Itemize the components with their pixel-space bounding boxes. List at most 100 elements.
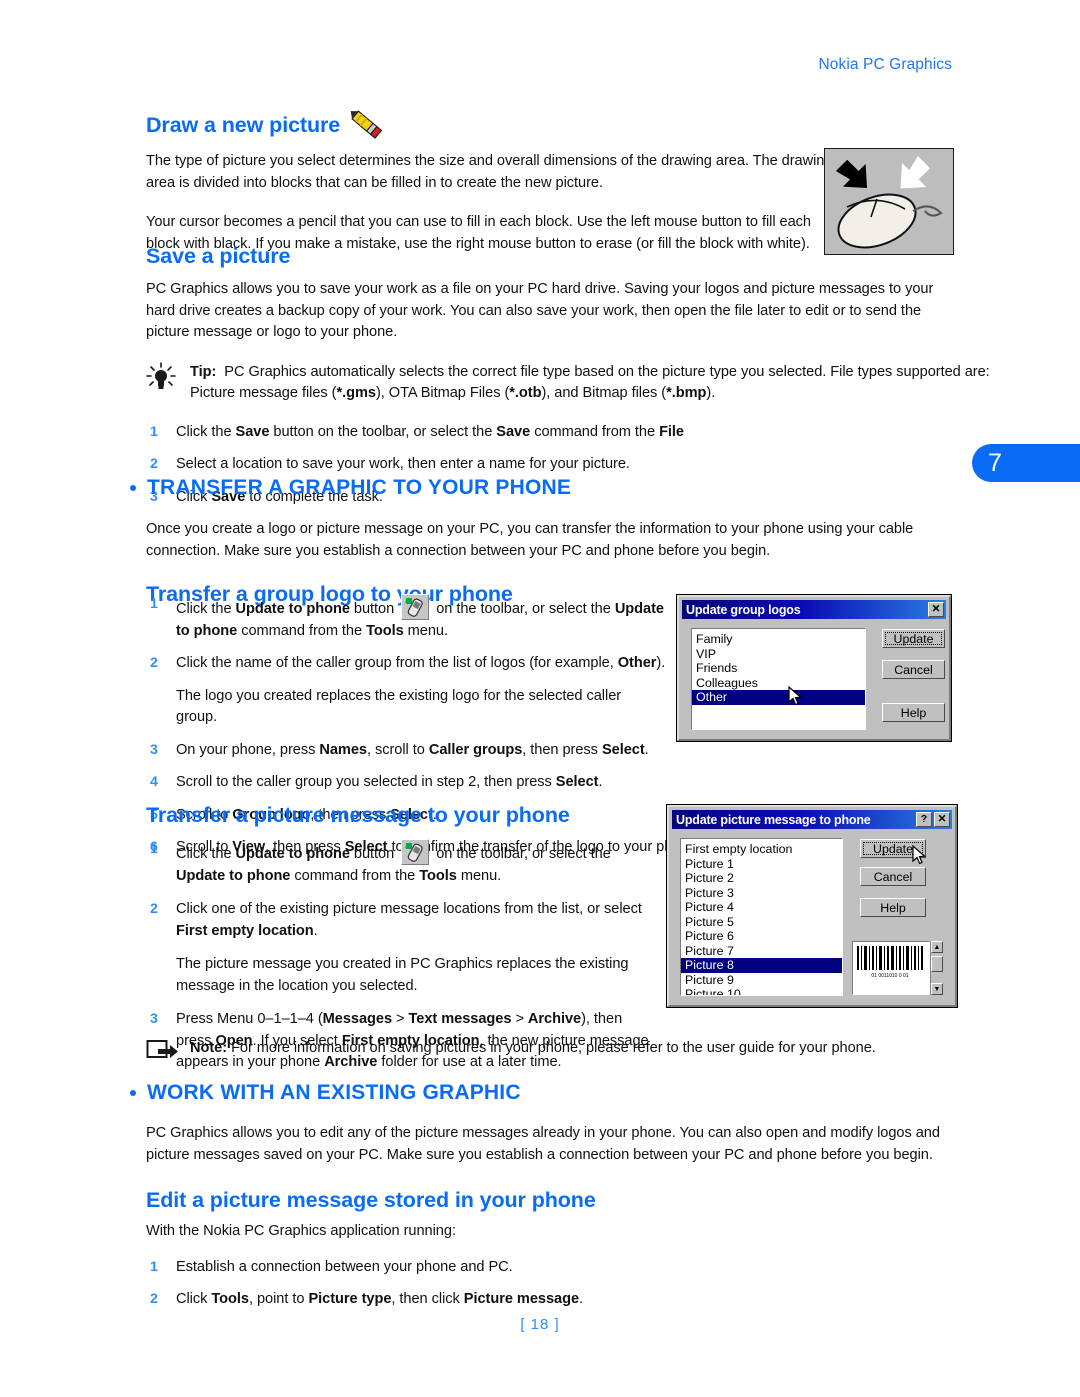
heading-edit-picture-message: Edit a picture message stored in your ph…	[146, 1188, 984, 1213]
list-item[interactable]: Picture 4	[681, 900, 842, 915]
step-text-b: .	[313, 922, 318, 939]
note-callout: Note: For more information on saving pic…	[146, 1038, 956, 1060]
group-logo-step-4: 4 Scroll to the caller group you selecte…	[146, 772, 666, 794]
list-item[interactable]: Picture 3	[681, 886, 842, 901]
mouse-figure-svg	[835, 156, 943, 249]
tip-callout: Tip: PC Graphics automatically selects t…	[146, 361, 998, 405]
scroll-up-icon[interactable]: ▲	[931, 941, 943, 953]
update-to-phone-icon[interactable]	[401, 839, 430, 865]
step-bold-other: Other	[617, 655, 657, 671]
step-bold-caller-groups: Caller groups	[428, 741, 523, 758]
step-text-d: command from the	[290, 867, 420, 884]
heading-transfer-a-graphic: TRANSFER A GRAPHIC TO YOUR PHONE	[130, 476, 954, 500]
step-text-a: Click the name of the caller group from …	[176, 655, 618, 671]
step-text: Select a location to save your work, the…	[176, 456, 630, 472]
list-item[interactable]: Family	[692, 632, 865, 647]
step-text-a: Scroll to the caller group you selected …	[176, 774, 556, 790]
step-number: 1	[150, 841, 158, 857]
step-bold-tools: Tools	[419, 867, 457, 884]
step-bold-save-1: Save	[235, 423, 270, 440]
list-item[interactable]: Friends	[692, 661, 865, 676]
page-footer: [ 18 ]	[0, 1316, 1080, 1333]
list-item-selected[interactable]: Other	[692, 690, 865, 705]
step-number: 2	[150, 901, 158, 917]
work-existing-paragraph: PC Graphics allows you to edit any of th…	[146, 1125, 940, 1163]
tip-label: Tip:	[190, 363, 217, 380]
step-text-a: On your phone, press	[176, 741, 320, 758]
list-item[interactable]: Picture 2	[681, 871, 842, 886]
picture-locations-listbox[interactable]: First empty location Picture 1 Picture 2…	[680, 838, 843, 996]
save-paragraph: PC Graphics allows you to save your work…	[146, 281, 934, 340]
list-item[interactable]: First empty location	[681, 842, 842, 857]
group-logos-listbox[interactable]: Family VIP Friends Colleagues Other	[691, 628, 866, 730]
close-icon[interactable]: ✕	[934, 812, 950, 827]
step-text: Establish a connection between your phon…	[176, 1258, 513, 1275]
step-bold-tools: Tools	[366, 622, 404, 639]
list-item[interactable]: Picture 5	[681, 915, 842, 930]
list-item[interactable]: VIP	[692, 647, 865, 662]
step-text-e: menu.	[403, 622, 448, 639]
step-bold-save-2: Save	[496, 423, 531, 440]
step-number: 4	[150, 774, 158, 790]
step-text-a: Click	[176, 1291, 212, 1307]
edit-intro: With the Nokia PC Graphics application r…	[146, 1223, 456, 1239]
step-number: 2	[150, 1291, 158, 1307]
bullet-icon	[130, 1090, 136, 1096]
close-icon[interactable]: ✕	[928, 602, 944, 617]
step-number: 1	[150, 1258, 158, 1275]
tip-text-4: ).	[706, 385, 716, 401]
barcode-caption: 01 0011010 0 01	[871, 973, 908, 979]
step-bold-select: Select	[555, 774, 599, 790]
step-bold-text-messages: Text messages	[408, 1011, 512, 1027]
list-item-selected[interactable]: Picture 8	[681, 958, 842, 973]
help-button[interactable]: Help	[860, 898, 926, 917]
list-item[interactable]: Picture 6	[681, 929, 842, 944]
picture-message-step-1: 1 Click the Update to phone button on th…	[146, 839, 656, 887]
heading-picture-message-label: Transfer a picture message to your phone	[146, 803, 570, 827]
mouse-illustration	[824, 148, 954, 255]
update-button[interactable]: Update	[882, 629, 945, 648]
dialog-title: Update group logos	[686, 602, 801, 617]
picture-preview: 01 0011010 0 01	[852, 941, 930, 995]
step-text-b: button	[349, 846, 399, 862]
heading-transfer-label: TRANSFER A GRAPHIC TO YOUR PHONE	[147, 476, 572, 499]
list-item[interactable]: Picture 1	[681, 857, 842, 872]
step-number: 3	[150, 741, 158, 758]
heading-save-a-picture: Save a picture	[146, 244, 998, 269]
preview-scrollbar[interactable]: ▲ ▼	[930, 941, 943, 995]
update-group-logos-dialog[interactable]: Update group logos ✕ Family VIP Friends …	[676, 594, 952, 742]
cancel-button[interactable]: Cancel	[860, 867, 926, 886]
scroll-down-icon[interactable]: ▼	[931, 983, 943, 995]
list-item[interactable]: Picture 10	[681, 987, 842, 995]
transfer-paragraph: Once you create a logo or picture messag…	[146, 521, 914, 559]
step-bold-picture-type: Picture type	[308, 1291, 392, 1307]
step-text-c: , then click	[391, 1291, 464, 1307]
update-to-phone-icon[interactable]	[401, 594, 430, 620]
barcode-image: 01 0011010 0 01	[857, 946, 923, 979]
help-icon[interactable]: ?	[916, 812, 932, 827]
cancel-button[interactable]: Cancel	[882, 660, 945, 679]
step-text-b: ).	[656, 655, 666, 671]
step-text-a: Click the	[176, 846, 236, 862]
group-logo-step-2: 2 Click the name of the caller group fro…	[146, 653, 666, 675]
bullet-icon	[130, 485, 136, 491]
heading-work-existing-label: WORK WITH AN EXISTING GRAPHIC	[147, 1081, 521, 1104]
update-button[interactable]: Update	[860, 839, 926, 858]
picture-message-note: The picture message you created in PC Gr…	[176, 956, 629, 994]
step-text-e: menu.	[456, 867, 502, 884]
step-bold-messages: Messages	[322, 1011, 393, 1027]
list-item[interactable]: Picture 9	[681, 973, 842, 988]
step-text-c: >	[511, 1011, 528, 1027]
list-item[interactable]: Picture 7	[681, 944, 842, 959]
step-text-d: command from the	[237, 622, 367, 639]
update-picture-message-dialog[interactable]: Update picture message to phone ? ✕ Firs…	[666, 804, 958, 1008]
edit-step-2: 2 Click Tools, point to Picture type, th…	[146, 1289, 984, 1311]
step-number: 2	[150, 456, 158, 472]
step-bold-select: Select	[601, 741, 645, 758]
scrollbar-thumb[interactable]	[931, 956, 943, 972]
tip-bold-3: *.bmp	[666, 385, 707, 401]
dialog-titlebar[interactable]: Update picture message to phone ? ✕	[672, 810, 952, 829]
dialog-titlebar[interactable]: Update group logos ✕	[682, 600, 946, 619]
help-button[interactable]: Help	[882, 703, 945, 722]
list-item[interactable]: Colleagues	[692, 676, 865, 691]
